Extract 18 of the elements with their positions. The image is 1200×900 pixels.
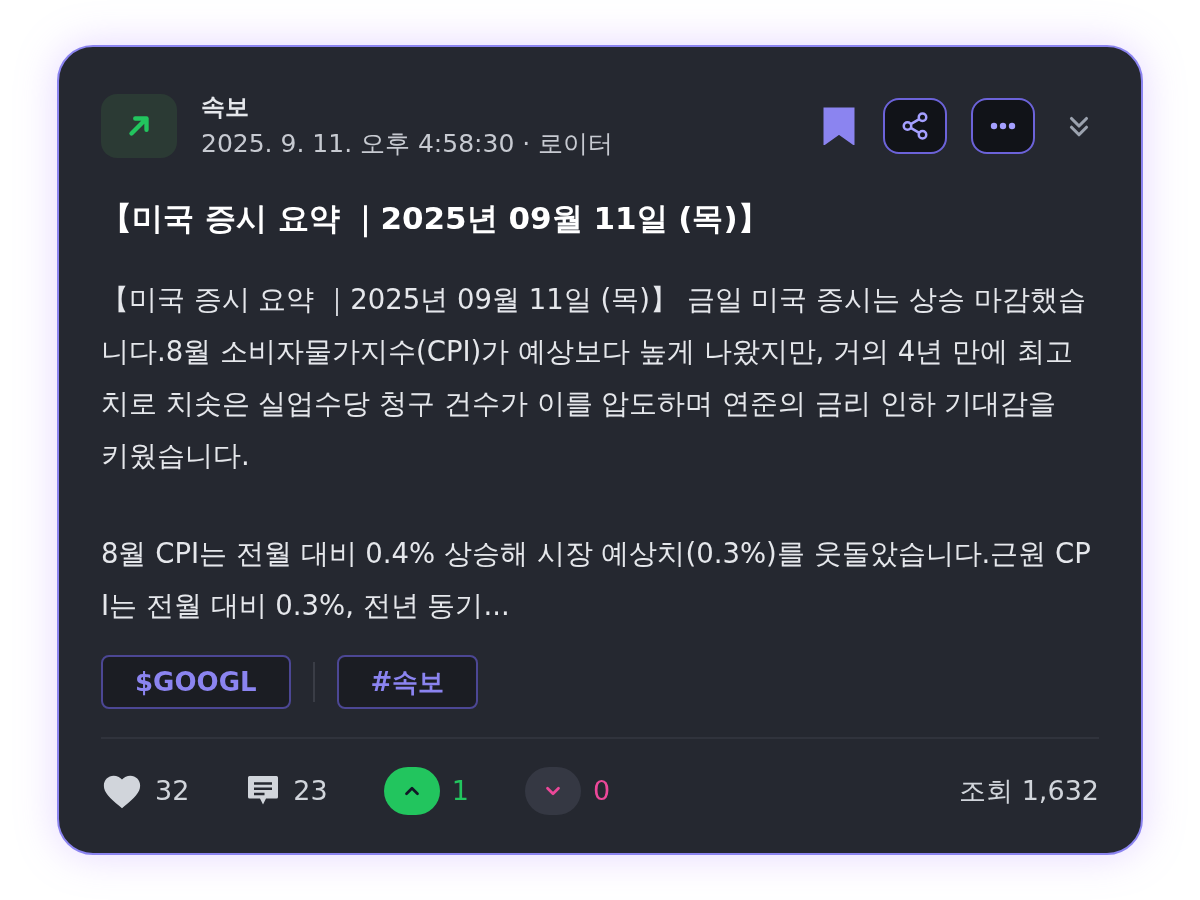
post-title: 【미국 증시 요약 ｜2025년 09월 11일 (목)】 — [101, 198, 770, 240]
like-count: 32 — [155, 773, 190, 808]
more-button[interactable] — [971, 97, 1035, 154]
category-label: 속보 — [201, 92, 250, 123]
share-button[interactable] — [883, 97, 947, 154]
tag-chip[interactable]: $GOOGL — [101, 655, 291, 709]
upvote-button[interactable] — [383, 767, 440, 815]
upvote-count: 1 — [451, 773, 469, 808]
tag-chip[interactable]: #속보 — [336, 655, 479, 709]
post-meta: 2025. 9. 11. 오후 4:58:30 · 로이터 — [201, 128, 614, 160]
comment-count: 23 — [293, 773, 328, 808]
post-body: 【미국 증시 요약 ｜2025년 09월 11일 (목)】 금일 미국 증시는 상승 마감했습니다.8월 소비자물가지수(CPI)가 예상보다 높게 나왔지만, 거의 4년 만에 최고치로 치솟은 실업수당 청구 건수가 이를 압도하며 연준의 금리 인하 기대감을 키웠습니다. — [101, 282, 1087, 473]
more-icon — [990, 121, 1016, 130]
share-icon — [900, 110, 930, 141]
downvote-count: 0 — [592, 773, 611, 808]
view-count: 조회 1,632 — [959, 773, 1099, 808]
post-body: 8월 CPI는 전월 대비 0.4% 상승해 시장 예상치(0.3%)를 웃돌았습니다.근원 CPI는 전월 대비 0.3%, 전년 동기... — [101, 536, 1092, 623]
trend-up-icon — [101, 93, 177, 158]
